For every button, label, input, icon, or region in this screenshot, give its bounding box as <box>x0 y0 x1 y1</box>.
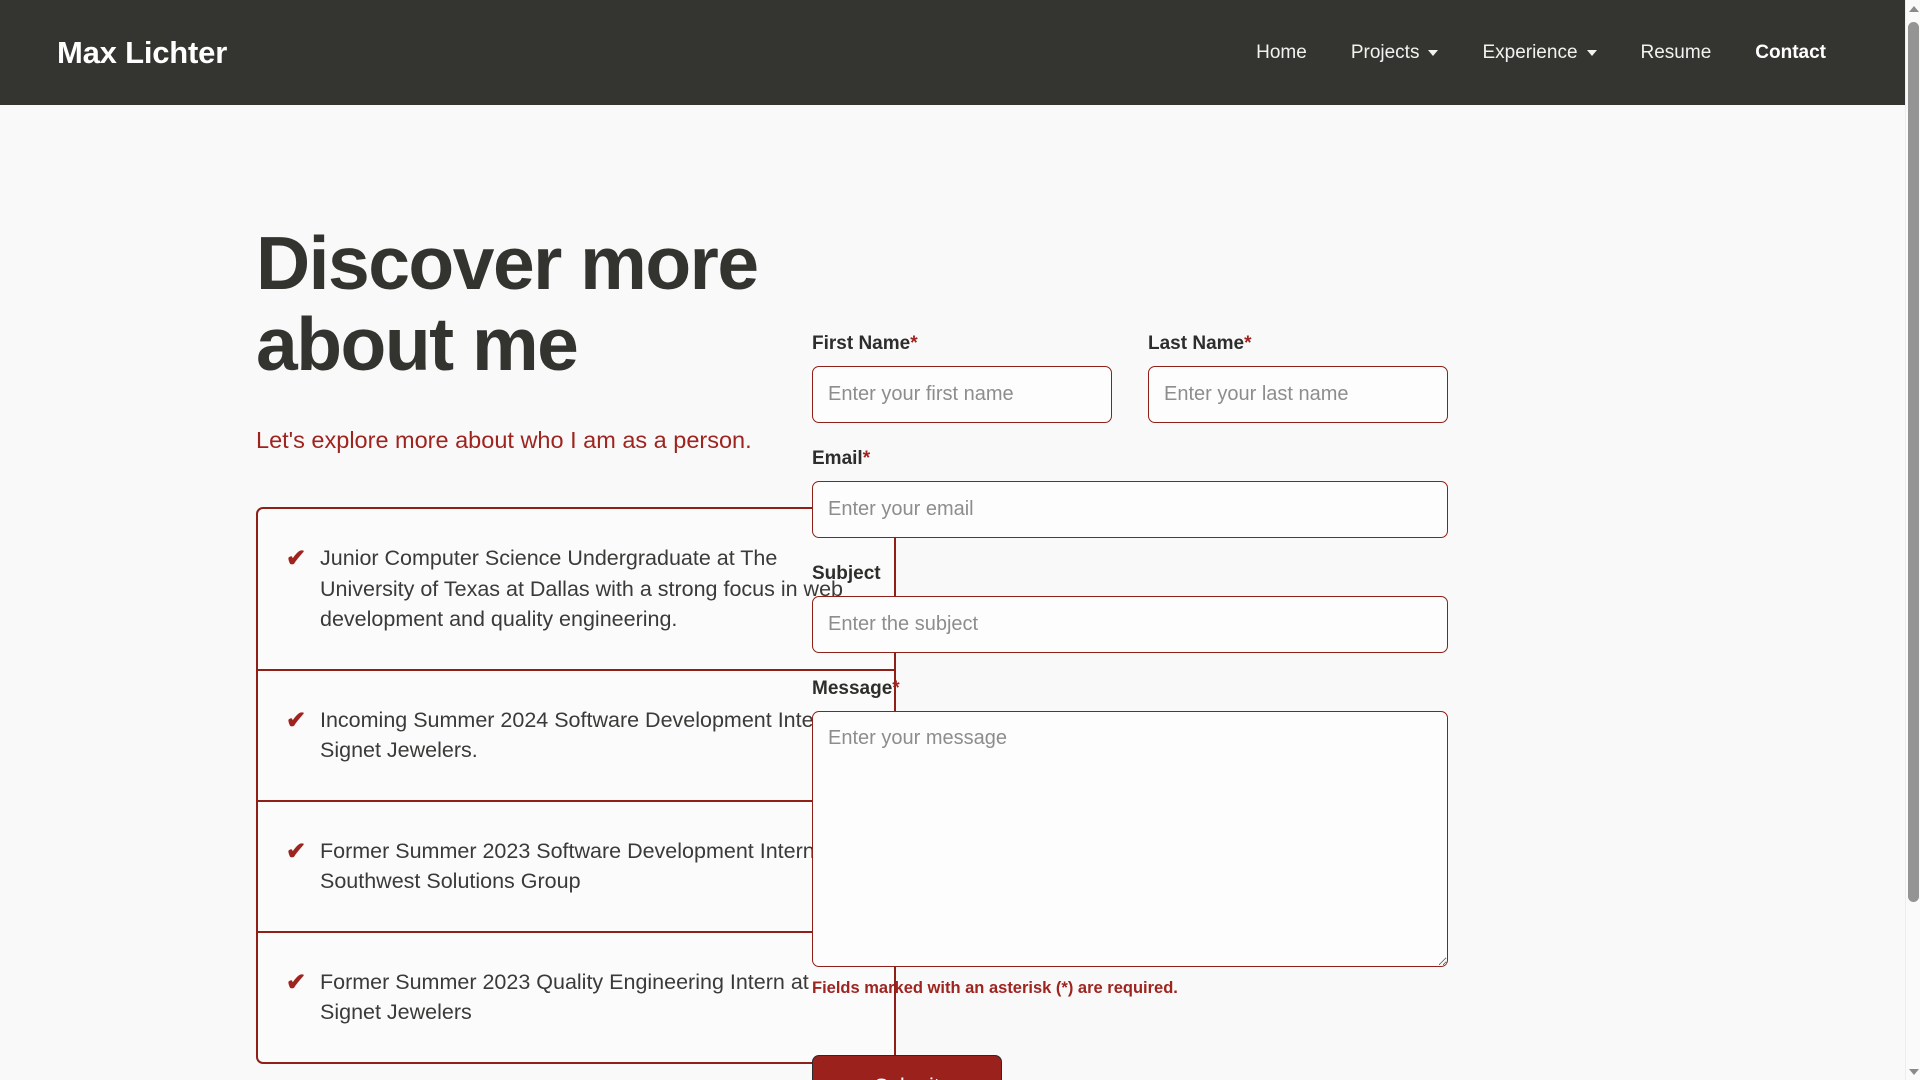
check-icon: ✔ <box>286 706 307 734</box>
message-field-group: Message* Fields marked with an asterisk … <box>812 678 1448 998</box>
required-asterisk: * <box>862 448 871 469</box>
name-row: First Name* Last Name* <box>812 333 1460 448</box>
check-icon: ✔ <box>286 545 307 572</box>
first-name-input[interactable] <box>812 366 1112 423</box>
first-name-label-text: First Name <box>812 333 911 354</box>
email-field-group: Email* <box>812 448 1448 538</box>
message-textarea[interactable] <box>812 711 1448 967</box>
nav-label-contact: Contact <box>1755 41 1826 63</box>
page-content: Discover more about me Let's explore mor… <box>0 105 1905 1080</box>
last-name-label: Last Name* <box>1148 333 1448 355</box>
first-name-label: First Name* <box>812 333 1112 355</box>
subject-input[interactable] <box>812 596 1448 653</box>
check-icon: ✔ <box>286 837 307 865</box>
nav-label-projects: Projects <box>1350 41 1420 63</box>
nav-links: Home Projects Experience Resume Contact <box>1234 34 1848 72</box>
required-fields-note: Fields marked with an asterisk (*) are r… <box>812 979 1178 997</box>
scroll-down-arrow-icon[interactable] <box>1906 1064 1920 1079</box>
contact-form: First Name* Last Name* Email* Subject Me… <box>760 105 1460 1080</box>
nav-item-resume[interactable]: Resume <box>1619 34 1734 72</box>
left-column: Discover more about me Let's explore mor… <box>0 105 896 1080</box>
chevron-down-icon <box>1586 49 1597 56</box>
scrollbar-thumb[interactable] <box>1908 22 1919 902</box>
last-name-field-group: Last Name* <box>1148 333 1448 423</box>
page-title: Discover more about me <box>256 221 759 386</box>
nav-item-projects[interactable]: Projects <box>1329 34 1461 72</box>
last-name-label-text: Last Name <box>1148 333 1245 354</box>
last-name-input[interactable] <box>1148 366 1448 423</box>
message-label-text: Message <box>812 678 893 699</box>
subject-field-group: Subject <box>812 563 1448 653</box>
nav-label-experience: Experience <box>1482 41 1578 63</box>
top-navbar: Max Lichter Home Projects Experience Res… <box>0 0 1905 105</box>
required-asterisk: * <box>910 333 918 354</box>
required-asterisk: * <box>892 678 900 699</box>
subject-label-text: Subject <box>812 563 881 584</box>
message-label: Message* <box>812 678 1448 700</box>
nav-label-resume: Resume <box>1640 41 1712 63</box>
page-subtitle: Let's explore more about who I am as a p… <box>256 427 752 453</box>
email-label-text: Email <box>812 448 863 469</box>
brand-logo[interactable]: Max Lichter <box>57 35 227 71</box>
first-name-field-group: First Name* <box>812 333 1112 423</box>
scroll-up-arrow-icon[interactable] <box>1906 1 1920 16</box>
nav-item-contact[interactable]: Contact <box>1733 34 1848 72</box>
nav-item-home[interactable]: Home <box>1234 34 1329 72</box>
subject-label: Subject <box>812 563 1448 585</box>
submit-button[interactable]: Submit <box>812 1055 1002 1080</box>
nav-label-home: Home <box>1256 41 1307 63</box>
chevron-down-icon <box>1428 49 1439 56</box>
required-asterisk: * <box>1244 333 1252 354</box>
page-scrollbar[interactable] <box>1905 0 1920 1080</box>
nav-item-experience[interactable]: Experience <box>1460 34 1618 72</box>
email-input[interactable] <box>812 481 1448 538</box>
email-label: Email* <box>812 448 1448 470</box>
check-icon: ✔ <box>286 968 307 996</box>
